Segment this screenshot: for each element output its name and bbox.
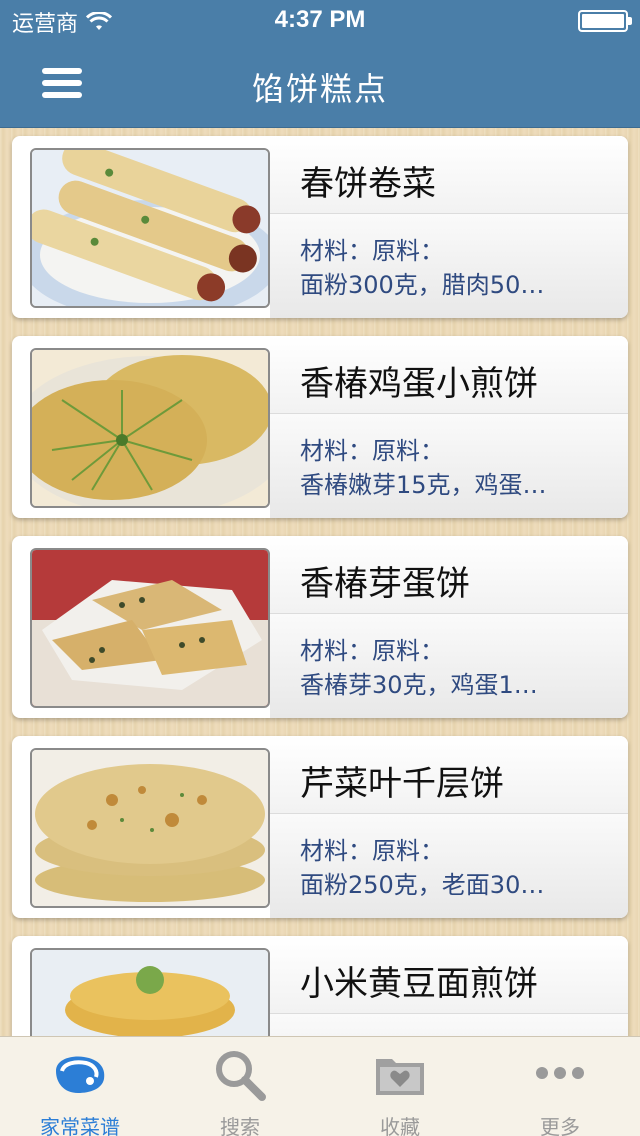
tab-more[interactable]: 更多: [480, 1037, 640, 1136]
recipe-card[interactable]: 春饼卷菜 材料：原料： 面粉300克，腊肉50…: [12, 136, 628, 318]
recipe-card[interactable]: 香椿鸡蛋小煎饼 材料：原料： 香椿嫩芽15克，鸡蛋…: [12, 336, 628, 518]
navigation-bar: 馅饼糕点: [0, 40, 640, 128]
recipe-title: 小米黄豆面煎饼: [300, 964, 538, 1004]
meat-icon: [56, 1056, 105, 1093]
recipe-card[interactable]: 小米黄豆面煎饼: [12, 936, 628, 1036]
battery-icon: [578, 10, 632, 32]
tab-label: 家常菜谱: [40, 1115, 120, 1136]
recipe-card[interactable]: 芹菜叶千层饼 材料：原料： 面粉250克，老面30…: [12, 736, 628, 918]
status-bar: 运营商 4:37 PM: [0, 0, 640, 40]
recipe-description: 材料：原料： 面粉300克，腊肉50…: [300, 237, 545, 299]
recipe-thumbnail: [30, 948, 270, 1036]
recipe-card[interactable]: 香椿芽蛋饼 材料：原料： 香椿芽30克，鸡蛋1…: [12, 536, 628, 718]
search-icon: [216, 1051, 266, 1101]
tab-search[interactable]: 搜索: [160, 1037, 320, 1136]
tab-bar: 家常菜谱 搜索 收藏 更多: [0, 1036, 640, 1136]
recipe-thumbnail: [30, 348, 270, 508]
tab-label: 搜索: [220, 1115, 260, 1136]
favorites-folder-icon: [376, 1059, 424, 1095]
recipe-thumbnail: [30, 148, 270, 308]
recipe-list[interactable]: 春饼卷菜 材料：原料： 面粉300克，腊肉50… 香椿鸡蛋小煎饼 材料：原料： …: [0, 128, 640, 1036]
recipe-description: 材料：原料： 面粉250克，老面30…: [300, 837, 545, 899]
recipe-title: 芹菜叶千层饼: [300, 764, 504, 804]
page-title: 馅饼糕点: [251, 70, 388, 108]
tab-label: 收藏: [380, 1115, 420, 1136]
tab-favorites[interactable]: 收藏: [320, 1037, 480, 1136]
tab-label: 更多: [540, 1115, 580, 1136]
recipe-description: 材料：原料： 香椿芽30克，鸡蛋1…: [300, 637, 538, 699]
tab-home-recipes[interactable]: 家常菜谱: [0, 1037, 160, 1136]
recipe-thumbnail: [30, 748, 270, 908]
recipe-description: 材料：原料： 香椿嫩芽15克，鸡蛋…: [300, 437, 547, 499]
recipe-title: 香椿鸡蛋小煎饼: [300, 364, 538, 404]
recipe-title: 春饼卷菜: [300, 164, 436, 204]
recipe-thumbnail: [30, 548, 270, 708]
more-dots-icon: [536, 1067, 584, 1079]
recipe-title: 香椿芽蛋饼: [300, 564, 470, 604]
status-time: 4:37 PM: [274, 6, 366, 33]
